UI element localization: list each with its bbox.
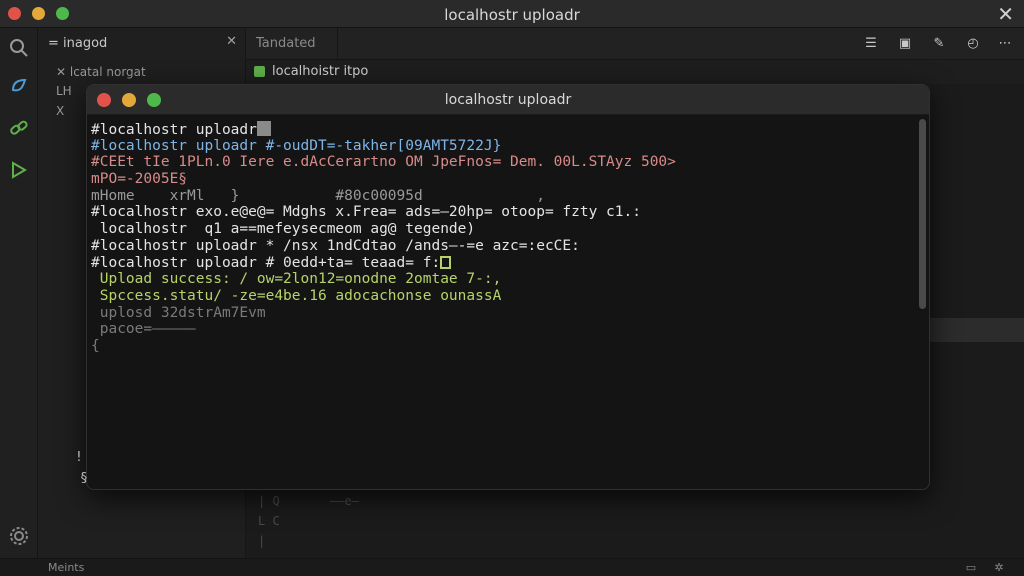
gear-icon[interactable]: ✲ (992, 561, 1006, 575)
terminal-output[interactable]: #localhostr uploadr #localhostr uploadr #… (87, 115, 919, 489)
terminal-line-text: #localhostr uploadr * /nsx 1ndCdtao /and… (91, 237, 580, 254)
terminal-line-text: Spccess.statu/ -ze=e4be.16 adocachonse o… (91, 287, 502, 304)
terminal-line-text: #localhostr uploadr (91, 122, 257, 138)
editor-tabstrip: Tandated ☰ ▣ ✎ ◴ ⋯ (246, 28, 1024, 60)
terminal-line: #localhostr uploadr (91, 121, 915, 138)
terminal-line-text: Upload success: / ow=2lon12=onodne 2omta… (91, 271, 502, 288)
terminal-titlebar: localhostr uploadr (87, 85, 929, 115)
source-control-icon[interactable] (7, 74, 31, 98)
terminal-line: mPO=-2005E§ (91, 171, 915, 188)
terminal-line: #localhostr exo.e@e@= Mdghs x.Frea= ads=… (91, 204, 915, 221)
terminal-line: localhostr q1 a==mefeysecmeom ag@ tegend… (91, 221, 915, 238)
terminal-line-text: #localhostr uploadr # 0edd+ta= teaad= f: (91, 254, 441, 271)
title-bar: localhostr uploadr ✕ (0, 0, 1024, 28)
panel-close-icon[interactable]: ✕ (226, 34, 237, 49)
status-bar: Meints ▭ ✲ (0, 558, 1024, 576)
terminal-line-text: #localhostr exo.e@e@= Mdghs x.Frea= ads=… (91, 204, 641, 221)
terminal-line: Spccess.statu/ -ze=e4be.16 adocachonse o… (91, 288, 915, 305)
terminal-line: mHome xrMl } #80c00095d , (91, 188, 915, 205)
activity-bar (0, 28, 38, 576)
terminal-line-text: #localhostr uploadr #-oudDT=-takher[09AM… (91, 137, 502, 154)
list-icon[interactable]: ☰ (862, 35, 880, 53)
window-title: localhostr uploadr (444, 6, 580, 24)
terminal-line: { (91, 338, 915, 355)
terminal-cursor (256, 121, 271, 136)
terminal-line-text: localhostr q1 a==mefeysecmeom ag@ tegend… (91, 221, 476, 238)
terminal-line: #CEEt tIe 1PLn.0 Iere e.dAcCerartno OM J… (91, 154, 915, 171)
status-label: Meints (48, 561, 85, 574)
terminal-line: #localhostr uploadr * /nsx 1ndCdtao /and… (91, 238, 915, 255)
terminal-line: #localhostr uploadr # 0edd+ta= teaad= f: (91, 255, 915, 272)
folder-green-icon (254, 66, 265, 77)
terminal-window: localhostr uploadr #localhostr uploadr #l… (86, 84, 930, 490)
search-icon[interactable] (7, 36, 31, 60)
breadcrumb-label[interactable]: localhoistr itpo (272, 64, 368, 79)
terminal-line-text: { (91, 337, 100, 354)
more-icon[interactable]: ⋯ (996, 35, 1014, 53)
terminal-line: pacoe=————— (91, 321, 915, 338)
editor-gutter-line: | Q (258, 494, 280, 508)
edit-icon[interactable]: ✎ (930, 35, 948, 53)
tree-item[interactable]: LH (56, 84, 72, 98)
terminal-line-text: #CEEt tIe 1PLn.0 Iere e.dAcCerartno OM J… (91, 154, 676, 171)
tree-item[interactable]: X (56, 104, 64, 118)
editor-gutter-line: | (258, 534, 266, 548)
terminal-line-text: mHome xrMl } #80c00095d , (91, 187, 545, 204)
folder-icon[interactable]: ▣ (896, 35, 914, 53)
panel-title: = inagod (48, 36, 108, 51)
tree-item[interactable]: ✕ lcatal norgat (56, 65, 146, 79)
terminal-line: #localhostr uploadr #-oudDT=-takher[09AM… (91, 138, 915, 155)
run-icon[interactable] (7, 158, 31, 182)
terminal-line-text: pacoe=————— (91, 321, 196, 338)
terminal-line: Upload success: / ow=2lon12=onodne 2omta… (91, 271, 915, 288)
terminal-line-text: uplosd 32dstrAm7Evm (91, 304, 266, 321)
layout-icon[interactable]: ▭ (964, 561, 978, 575)
editor-highlight-line (930, 318, 1024, 342)
breadcrumb: localhoistr itpo (246, 60, 1024, 84)
close-icon[interactable]: ✕ (997, 2, 1014, 26)
terminal-line-text: mPO=-2005E§ (91, 171, 188, 188)
tab-tandated[interactable]: Tandated (246, 28, 338, 60)
close-icon: ✕ (56, 65, 70, 79)
terminal-cursor-outline (440, 255, 452, 269)
settings-gear-icon[interactable] (7, 524, 31, 548)
terminal-line: uplosd 32dstrAm7Evm (91, 305, 915, 322)
link-icon[interactable] (7, 116, 31, 140)
terminal-title: localhostr uploadr (444, 92, 572, 108)
terminal-scrollbar[interactable] (919, 119, 926, 309)
terminal-mark: § (80, 471, 88, 486)
clock-icon[interactable]: ◴ (964, 35, 982, 53)
terminal-mark: ! (75, 450, 83, 465)
editor-gutter-note: ——e— (330, 494, 359, 508)
editor-gutter-line: L C (258, 514, 280, 528)
